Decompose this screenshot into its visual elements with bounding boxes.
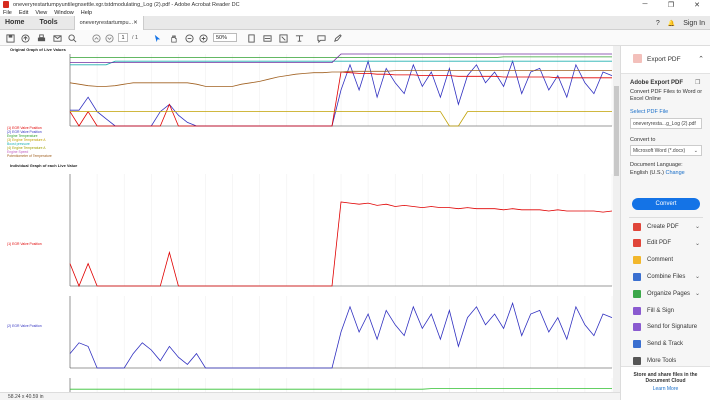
upload-icon[interactable]: [20, 33, 30, 43]
format-select[interactable]: Microsoft Word (*.docx) ⌄: [630, 145, 702, 156]
sign-in-button[interactable]: Sign In: [683, 20, 705, 27]
tool-icon: [633, 306, 641, 315]
export-pdf-icon: [633, 54, 642, 63]
chevron-up-icon[interactable]: ⌃: [698, 55, 704, 63]
fit-page-icon[interactable]: [246, 33, 256, 43]
tool-icon: [633, 272, 641, 281]
language-row: English (U.S.) Change: [630, 170, 706, 176]
doc-tab-label: oneveryrestartumpu...: [79, 19, 134, 26]
status-bar: 58.24 x 40.59 in: [0, 392, 620, 400]
tool-label: Send for Signature: [647, 324, 698, 331]
chevron-down-icon: ⌄: [693, 148, 698, 154]
document-viewport[interactable]: Original Graph of Live Values Individual…: [0, 46, 620, 392]
tool-label: Comment: [647, 257, 674, 264]
zoom-in-icon[interactable]: [198, 33, 208, 43]
tab-home[interactable]: Home: [5, 19, 24, 26]
search-icon[interactable]: [67, 33, 77, 43]
menu-edit[interactable]: Edit: [19, 10, 28, 16]
page-size: 58.24 x 40.59 in: [8, 394, 44, 400]
tool-label: Create PDF: [647, 223, 679, 230]
tool-item[interactable]: Comment: [621, 252, 710, 269]
tool-label: Organize Pages: [647, 290, 691, 297]
menu-window[interactable]: Window: [54, 10, 74, 16]
chevron-down-icon[interactable]: ⌄: [695, 240, 700, 247]
tool-icon: [633, 222, 641, 231]
tool-icon: [633, 323, 641, 332]
menu-file[interactable]: File: [3, 10, 12, 16]
read-mode-icon[interactable]: [294, 33, 304, 43]
format-value: Microsoft Word (*.docx): [633, 148, 686, 154]
page-number-input[interactable]: 1: [118, 33, 128, 42]
cloud-promo-text: Store and share files in the Document Cl…: [633, 372, 698, 384]
tool-item[interactable]: Combine Files ⌄: [621, 268, 710, 285]
save-icon[interactable]: [5, 33, 15, 43]
export-pdf-header[interactable]: Export PDF ⌃: [621, 46, 710, 74]
tool-label: Fill & Sign: [647, 307, 675, 314]
prev-page-icon[interactable]: [91, 33, 101, 43]
print-icon[interactable]: [36, 33, 46, 43]
tool-label: Combine Files: [647, 273, 686, 280]
tool-label: Edit PDF: [647, 240, 672, 247]
close-icon[interactable]: ✕: [133, 20, 138, 26]
tab-tools[interactable]: Tools: [39, 19, 57, 26]
help-icon[interactable]: ?: [656, 20, 660, 27]
tool-item[interactable]: Create PDF ⌄: [621, 218, 710, 235]
tool-item[interactable]: Send & Track: [621, 336, 710, 353]
window-title: oneveryrestartumpyuntilegnsettle.xgr.tst…: [13, 1, 240, 8]
scrollbar-thumb[interactable]: [614, 86, 619, 176]
full-screen-icon[interactable]: [278, 33, 288, 43]
tool-item[interactable]: Organize Pages ⌄: [621, 285, 710, 302]
tool-item[interactable]: Fill & Sign: [621, 302, 710, 319]
copy-icon[interactable]: ❐: [695, 79, 700, 86]
minimize-button[interactable]: ─: [632, 0, 658, 9]
email-icon[interactable]: [52, 33, 62, 43]
tool-label: Send & Track: [647, 341, 684, 348]
hand-icon[interactable]: [168, 33, 178, 43]
select-pdf-link[interactable]: Select PDF File: [630, 109, 706, 115]
vertical-scrollbar[interactable]: [613, 46, 620, 392]
document-cloud-promo: Store and share files in the Document Cl…: [621, 366, 710, 400]
chevron-down-icon[interactable]: ⌄: [695, 223, 700, 230]
pdf-file-field[interactable]: oneveryresta...g_Log (2).pdf: [630, 118, 702, 129]
tool-icon: [633, 340, 641, 349]
zoom-level-select[interactable]: 50%: [213, 33, 237, 42]
tool-item[interactable]: Send for Signature: [621, 319, 710, 336]
select-cursor-icon[interactable]: [152, 33, 162, 43]
chevron-down-icon[interactable]: ⌄: [695, 273, 700, 280]
charts-canvas: [69, 53, 613, 392]
maximize-button[interactable]: ❐: [658, 0, 684, 9]
learn-more-link[interactable]: Learn More: [621, 386, 710, 392]
toolbar: 1 / 1 50%: [0, 30, 710, 46]
fit-width-icon[interactable]: [262, 33, 272, 43]
tool-icon: [633, 239, 641, 248]
comment-icon[interactable]: [316, 33, 326, 43]
language-label: Document Language:: [630, 162, 683, 168]
tool-icon: [633, 289, 641, 298]
tool-item[interactable]: Edit PDF ⌄: [621, 235, 710, 252]
tab-bar: Home Tools oneveryrestartumpu... ✕ ? 🔔 S…: [0, 15, 710, 30]
right-pane: Export PDF ⌃ Adobe Export PDF ❐ Convert …: [620, 46, 710, 400]
pen-icon[interactable]: [332, 33, 342, 43]
close-button[interactable]: ✕: [684, 0, 710, 9]
page-total: / 1: [132, 35, 139, 41]
change-language-link[interactable]: Change: [665, 170, 684, 176]
convert-button[interactable]: Convert: [632, 198, 700, 210]
acrobat-icon: [3, 1, 9, 8]
language-value: English (U.S.): [630, 170, 664, 176]
tool-icon: [633, 356, 641, 365]
bell-icon[interactable]: 🔔: [668, 20, 675, 27]
chevron-down-icon[interactable]: ⌄: [695, 290, 700, 297]
tool-icon: [633, 256, 641, 265]
export-description: Convert PDF Files to Word or Excel Onlin…: [630, 89, 703, 102]
menu-view[interactable]: View: [35, 10, 47, 16]
title-bar: oneveryrestartumpyuntilegnsettle.xgr.tst…: [0, 0, 710, 9]
zoom-out-icon[interactable]: [184, 33, 194, 43]
next-page-icon[interactable]: [104, 33, 114, 43]
tool-label: More Tools: [647, 357, 677, 364]
convert-to-label: Convert to: [630, 137, 656, 143]
export-pdf-title: Export PDF: [647, 56, 681, 63]
tab-document[interactable]: oneveryrestartumpu... ✕: [73, 15, 144, 30]
